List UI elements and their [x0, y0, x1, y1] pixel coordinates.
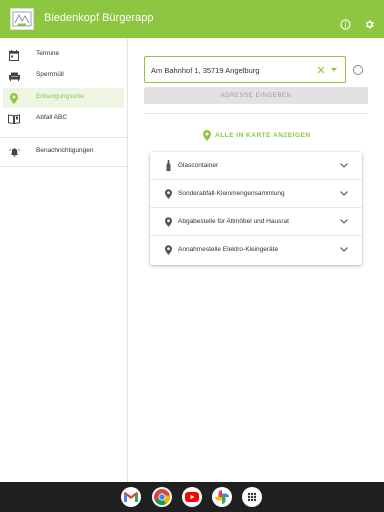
chevron-down-icon[interactable] [340, 219, 348, 225]
chrome-icon[interactable] [152, 487, 172, 507]
list-item-label: Glascontainer [178, 162, 219, 169]
location-pin-icon [203, 129, 211, 141]
app-title: Biedenkopf Bürgerapp [44, 12, 154, 24]
sidebar-item-abfall-abc[interactable]: Abfall ABC [3, 109, 124, 129]
list-item[interactable]: Annahmestelle Elektro-Kleingeräte [150, 236, 362, 264]
app-logo [10, 8, 34, 30]
sofa-icon [8, 69, 20, 83]
sidebar-item-label: Benachrichtigungen [36, 147, 94, 154]
list-item-label: Annahmestelle Elektro-Kleingeräte [178, 246, 279, 253]
address-input[interactable]: Am Bahnhof 1, 35719 Angelburg [144, 56, 346, 83]
chevron-down-icon[interactable] [340, 247, 348, 253]
book-icon [8, 112, 20, 126]
list-item-label: Abgabestelle für Altmöbel und Hausrat [178, 218, 289, 225]
location-pin-icon [164, 216, 172, 227]
locate-radio-button[interactable] [353, 65, 363, 75]
sidebar-item-label: Abfall ABC [36, 114, 68, 121]
show-all-on-map-label: ALLE IN KARTE ANZEIGEN [215, 131, 311, 139]
taskbar [0, 482, 384, 512]
chevron-down-icon[interactable] [340, 163, 348, 169]
location-pin-icon [164, 188, 172, 199]
sidebar-item-label: Sperrmüll [36, 71, 64, 78]
settings-icon[interactable] [362, 17, 376, 31]
location-pin-icon [8, 91, 20, 105]
info-icon[interactable] [338, 17, 352, 31]
main-divider [144, 113, 368, 114]
sidebar-item-termine[interactable]: Termine [3, 45, 124, 65]
sidebar-divider [0, 137, 127, 138]
address-value: Am Bahnhof 1, 35719 Angelburg [151, 66, 260, 75]
location-pin-icon [164, 244, 172, 255]
bottle-icon [164, 160, 172, 171]
clear-icon[interactable] [316, 65, 326, 75]
youtube-icon[interactable] [182, 487, 202, 507]
sidebar-item-sperrmuell[interactable]: Sperrmüll [3, 66, 124, 86]
calendar-icon [8, 48, 20, 62]
show-all-on-map-button[interactable]: ALLE IN KARTE ANZEIGEN [203, 129, 311, 141]
list-item[interactable]: Abgabestelle für Altmöbel und Hausrat [150, 208, 362, 236]
bell-icon [8, 145, 20, 159]
list-item[interactable]: Sonderabfall-Kleinmengensammlung [150, 180, 362, 208]
app-bar: Biedenkopf Bürgerapp [0, 0, 384, 38]
location-list: Glascontainer Sonderabfall-Kleinmengensa… [150, 152, 362, 265]
list-item[interactable]: Glascontainer [150, 152, 362, 180]
sidebar-item-benachrichtigungen[interactable]: Benachrichtigungen [3, 142, 124, 162]
sidebar-divider [0, 166, 127, 167]
gmail-icon[interactable] [121, 487, 141, 507]
sidebar-item-label: Entsorgungsorte [36, 93, 84, 100]
enter-address-button[interactable]: ADRESSE EINGEBEN [144, 87, 368, 104]
photos-icon[interactable] [212, 487, 232, 507]
chevron-down-icon[interactable] [330, 67, 338, 73]
sidebar-item-label: Termine [36, 50, 60, 57]
list-item-label: Sonderabfall-Kleinmengensammlung [178, 190, 285, 197]
app-launcher-icon[interactable] [242, 487, 262, 507]
sidebar: Termine Sperrmüll Entsorgungsorte Abfall… [0, 38, 128, 482]
chevron-down-icon[interactable] [340, 191, 348, 197]
sidebar-item-entsorgungsorte[interactable]: Entsorgungsorte [3, 88, 124, 108]
